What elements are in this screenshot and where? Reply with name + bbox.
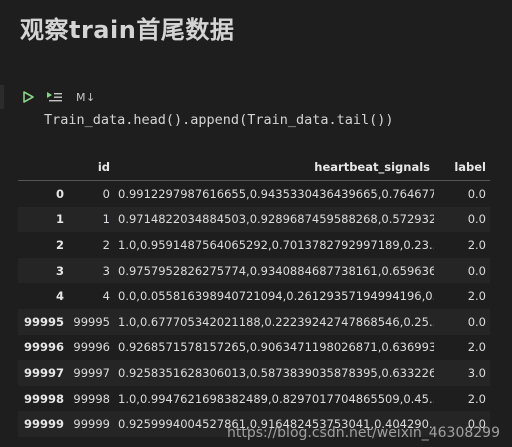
- play-icon: [23, 91, 34, 103]
- cell-id: 99996: [68, 334, 114, 361]
- row-index: 3: [18, 257, 68, 284]
- column-header-id: id: [68, 154, 114, 181]
- cell-label: 2.0: [434, 385, 490, 412]
- cell-label: 2.0: [434, 283, 490, 309]
- dataframe-table: id heartbeat_signals label 0 0 0.9912297…: [18, 154, 490, 437]
- cell-label: 0.0: [434, 308, 490, 335]
- row-index: 99998: [18, 385, 68, 412]
- table-row: 1 1 0.9714822034884503,0.928968745958826…: [18, 206, 490, 233]
- table-header-row: id heartbeat_signals label: [18, 154, 490, 181]
- cell-label: 3.0: [434, 360, 490, 386]
- column-header-index: [18, 154, 68, 181]
- cell-id: 99999: [68, 411, 114, 437]
- table-row: 99998 99998 1.0,0.9947621698382489,0.829…: [18, 385, 490, 412]
- column-header-heartbeat-signals: heartbeat_signals: [114, 154, 434, 181]
- run-cell-button[interactable]: [22, 89, 34, 105]
- cell-id: 1: [68, 206, 114, 233]
- cell-id: 99995: [68, 308, 114, 335]
- cell-heartbeat-signals: 0.9912297987616655,0.9435330436439665,0.…: [114, 180, 434, 207]
- cell-label: 0.0: [434, 257, 490, 284]
- row-index: 2: [18, 232, 68, 258]
- table-row: 99999 99999 0.9259994004527861,0.9164824…: [18, 411, 490, 437]
- cell-heartbeat-signals: 0.0,0.055816398940721094,0.2612935719499…: [114, 283, 434, 309]
- row-index: 0: [18, 180, 68, 207]
- table-row: 0 0 0.9912297987616655,0.943533043643966…: [18, 180, 490, 207]
- cell-heartbeat-signals: 0.9757952826275774,0.9340884687738161,0.…: [114, 257, 434, 284]
- run-below-button[interactable]: [46, 89, 64, 105]
- cell-id: 2: [68, 232, 114, 258]
- cell-id: 99997: [68, 360, 114, 386]
- notebook-page: 观察train首尾数据 M↓ Train_data.head().append(…: [0, 0, 512, 447]
- cell-id: 4: [68, 283, 114, 309]
- table-row: 99996 99996 0.9268571578157265,0.9063471…: [18, 334, 490, 361]
- markdown-heading: 观察train首尾数据: [20, 16, 235, 44]
- row-index: 99995: [18, 308, 68, 335]
- cell-heartbeat-signals: 0.9268571578157265,0.9063471198026871,0.…: [114, 334, 434, 361]
- cell-id: 3: [68, 257, 114, 284]
- row-index: 99996: [18, 334, 68, 361]
- cell-heartbeat-signals: 1.0,0.677705342021188,0.2223924274786854…: [114, 308, 434, 335]
- table-row: 4 4 0.0,0.055816398940721094,0.261293571…: [18, 283, 490, 309]
- output-table-container: id heartbeat_signals label 0 0 0.9912297…: [18, 154, 498, 437]
- row-index: 99999: [18, 411, 68, 437]
- cell-id: 0: [68, 180, 114, 207]
- column-header-label: label: [434, 154, 490, 181]
- table-row: 3 3 0.9757952826275774,0.934088468773816…: [18, 257, 490, 284]
- cell-label: 0.0: [434, 206, 490, 233]
- cell-heartbeat-signals: 0.9259994004527861,0.916482453753041,0.4…: [114, 411, 434, 437]
- cell-heartbeat-signals: 1.0,0.9947621698382489,0.829701770486550…: [114, 385, 434, 412]
- cell-label: 2.0: [434, 232, 490, 258]
- cell-id: 99998: [68, 385, 114, 412]
- cell-label: 0.0: [434, 180, 490, 207]
- cell-heartbeat-signals: 0.9714822034884503,0.9289687459588268,0.…: [114, 206, 434, 233]
- cell-heartbeat-signals: 1.0,0.9591487564065292,0.701378279299718…: [114, 232, 434, 258]
- run-below-icon: [47, 92, 62, 102]
- row-index: 4: [18, 283, 68, 309]
- row-index: 1: [18, 206, 68, 233]
- table-row: 99995 99995 1.0,0.677705342021188,0.2223…: [18, 308, 490, 335]
- code-cell-source[interactable]: Train_data.head().append(Train_data.tail…: [44, 112, 394, 128]
- cell-toolbar: M↓: [22, 88, 96, 106]
- cell-gutter: [0, 85, 4, 109]
- table-row: 99997 99997 0.9258351628306013,0.5873839…: [18, 360, 490, 386]
- cell-label: 2.0: [434, 334, 490, 361]
- cell-label: 0.0: [434, 411, 490, 437]
- table-row: 2 2 1.0,0.9591487564065292,0.70137827929…: [18, 232, 490, 258]
- row-index: 99997: [18, 360, 68, 386]
- markdown-toggle-button[interactable]: M↓: [76, 89, 96, 105]
- cell-heartbeat-signals: 0.9258351628306013,0.5873839035878395,0.…: [114, 360, 434, 386]
